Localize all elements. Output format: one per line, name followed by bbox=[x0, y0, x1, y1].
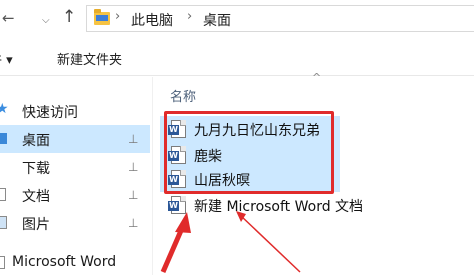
address-row: ← ⌵ ↑ › 此电脑 › 桌面 bbox=[0, 0, 474, 38]
breadcrumb-separator[interactable]: › bbox=[115, 9, 120, 24]
sidebar-item-label: 桌面 bbox=[22, 133, 50, 149]
word-icon bbox=[0, 256, 5, 269]
sidebar-item-label: 文档 bbox=[22, 189, 50, 205]
file-item[interactable]: W 新建 Microsoft Word 文档 bbox=[160, 192, 390, 218]
star-icon: ★ bbox=[0, 101, 9, 117]
sidebar-item-downloads[interactable]: 下载 ⊥ bbox=[0, 153, 150, 181]
up-arrow-icon[interactable]: ↑ bbox=[62, 7, 76, 27]
column-header-name[interactable]: 名称 bbox=[170, 86, 196, 105]
breadcrumb-separator[interactable]: › bbox=[187, 9, 192, 24]
back-arrow-icon[interactable]: ← bbox=[2, 8, 15, 28]
pin-icon[interactable]: ⊥ bbox=[128, 216, 138, 230]
command-bar: 件 ▾ 新建文件夹 bbox=[0, 38, 474, 76]
file-name: 新建 Microsoft Word 文档 bbox=[194, 199, 364, 215]
sidebar-item-label: 下载 bbox=[22, 161, 50, 177]
sidebar-item-label: Microsoft Word bbox=[12, 254, 117, 270]
download-icon bbox=[0, 160, 5, 173]
desktop-folder-icon bbox=[94, 9, 110, 25]
navigation-pane: ★ 快速访问 桌面 ⊥ 下载 ⊥ 文档 ⊥ 图片 ⊥ Microsoft Wor… bbox=[0, 77, 150, 275]
pin-icon[interactable]: ⊥ bbox=[128, 132, 138, 146]
word-document-icon: W bbox=[168, 196, 186, 214]
breadcrumb-desktop[interactable]: 桌面 bbox=[203, 10, 231, 30]
desktop-icon bbox=[0, 133, 7, 144]
new-folder-button[interactable]: 新建文件夹 bbox=[57, 49, 122, 68]
picture-icon bbox=[0, 216, 7, 229]
sort-ascending-icon: ^ bbox=[312, 71, 322, 84]
pane-divider[interactable] bbox=[152, 77, 153, 275]
sidebar-item-microsoft-word[interactable]: Microsoft Word bbox=[0, 249, 150, 275]
sidebar-item-pictures[interactable]: 图片 ⊥ bbox=[0, 209, 150, 237]
sidebar-item-quick-access[interactable]: ★ 快速访问 bbox=[0, 97, 150, 125]
organize-menu-button[interactable]: 件 ▾ bbox=[0, 49, 13, 68]
sidebar-item-documents[interactable]: 文档 ⊥ bbox=[0, 181, 150, 209]
annotation-arrow-thick bbox=[160, 212, 191, 273]
annotation-highlight-box bbox=[164, 111, 334, 194]
document-icon bbox=[0, 188, 6, 201]
address-bar[interactable]: › 此电脑 › 桌面 bbox=[86, 5, 474, 32]
pin-icon[interactable]: ⊥ bbox=[128, 188, 138, 202]
pin-icon[interactable]: ⊥ bbox=[128, 160, 138, 174]
sidebar-item-label: 快速访问 bbox=[22, 105, 78, 121]
breadcrumb-this-pc[interactable]: 此电脑 bbox=[131, 10, 173, 30]
annotation-arrow-thin bbox=[236, 211, 301, 273]
recent-locations-chevron-icon[interactable]: ⌵ bbox=[42, 11, 50, 31]
sidebar-item-label: 图片 bbox=[22, 217, 50, 233]
sidebar-item-desktop[interactable]: 桌面 ⊥ bbox=[0, 125, 150, 153]
